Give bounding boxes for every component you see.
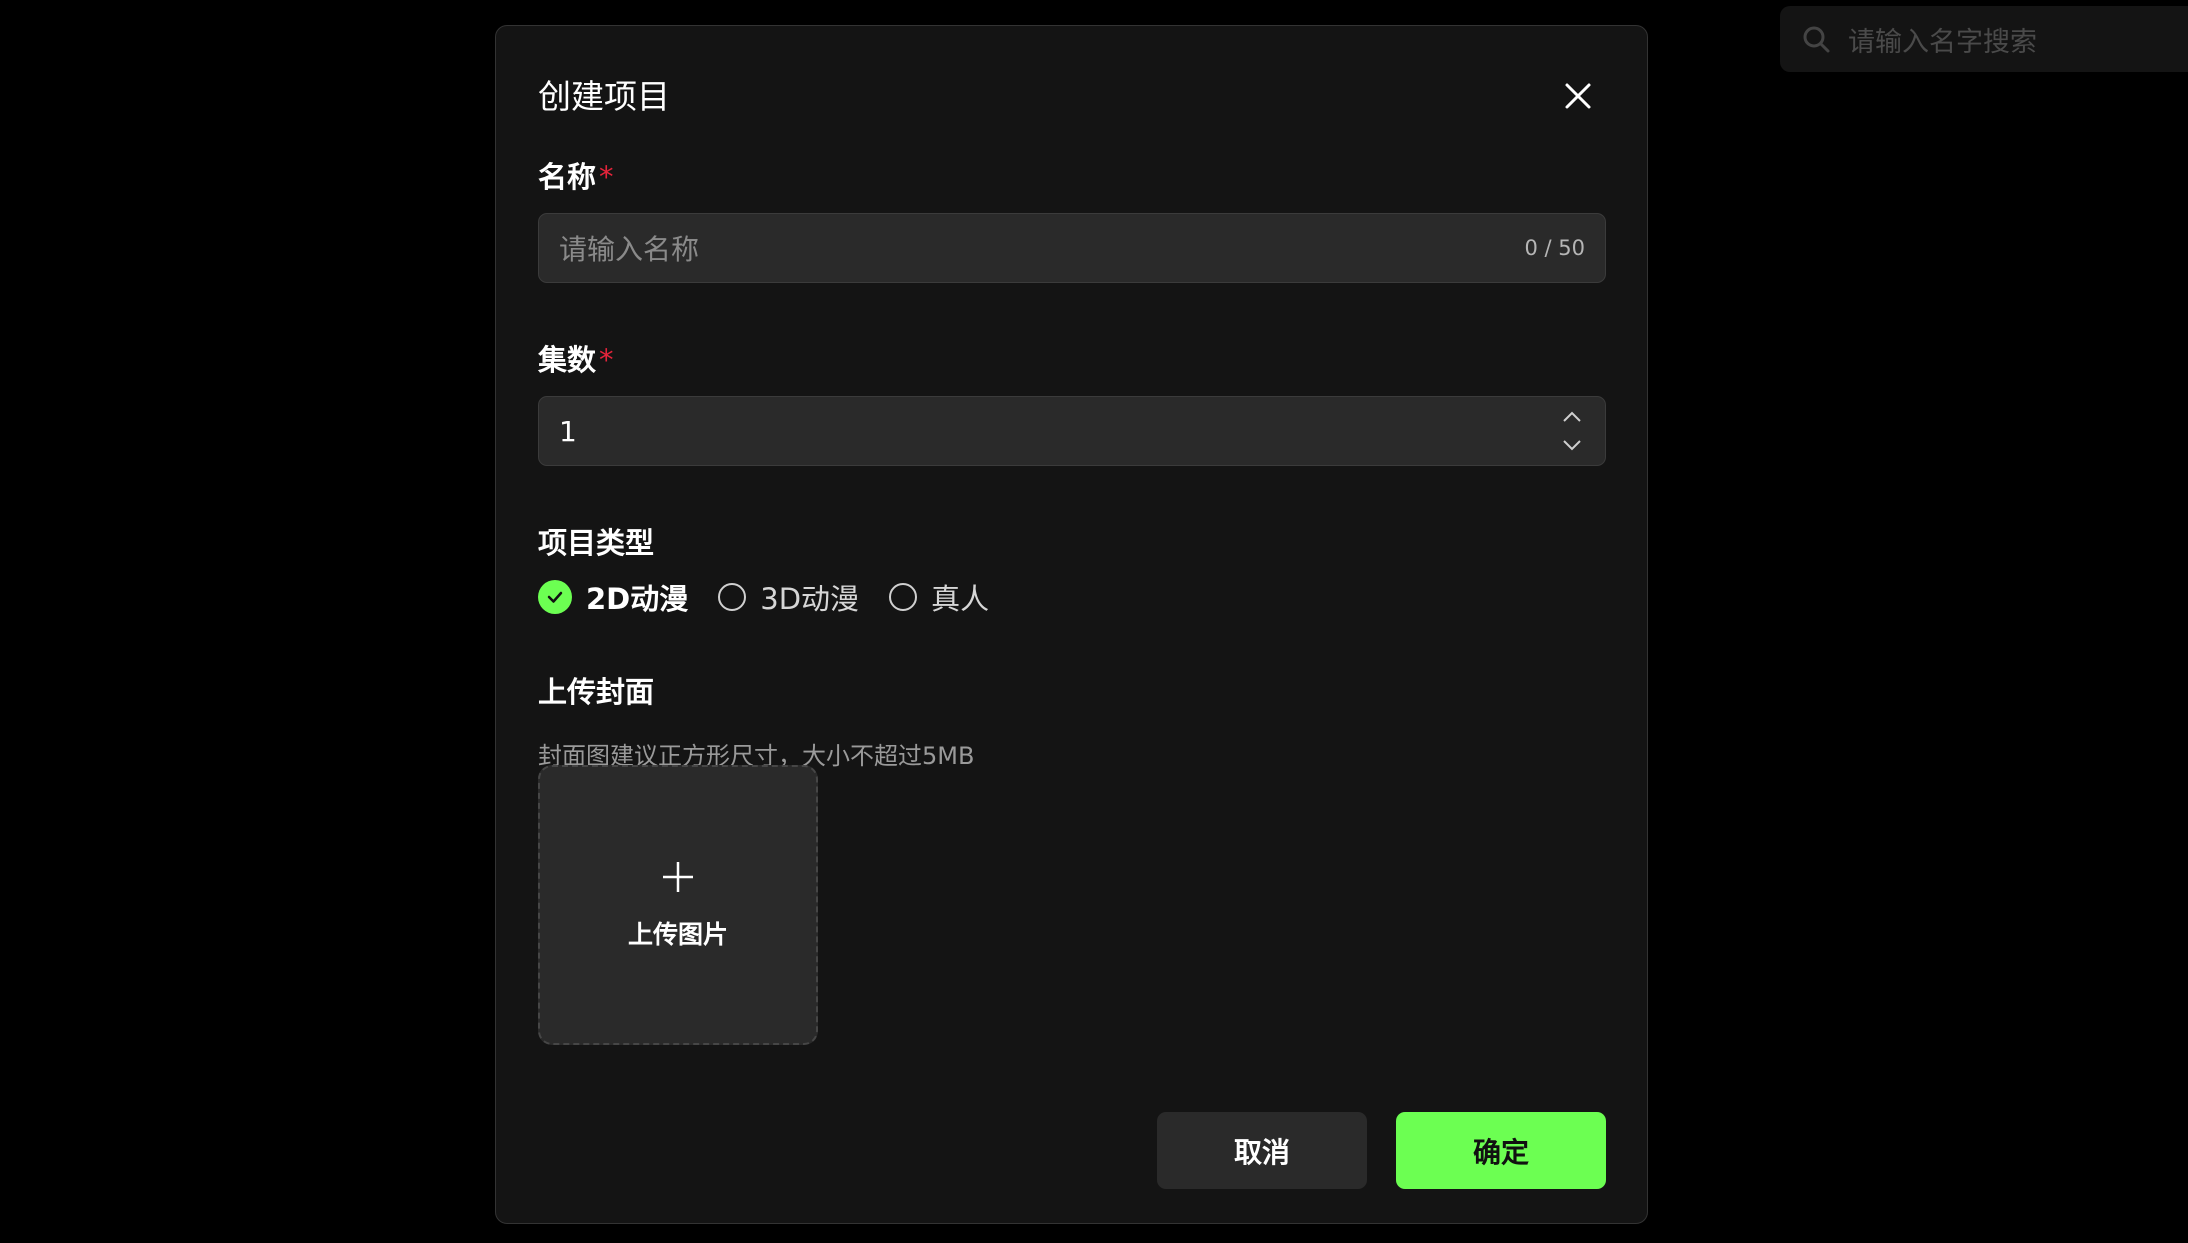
close-button[interactable] bbox=[1556, 74, 1600, 118]
required-mark: * bbox=[599, 160, 614, 194]
episodes-label: 集数 * bbox=[538, 343, 614, 377]
episodes-stepper bbox=[1559, 406, 1585, 456]
name-char-count: 0 / 50 bbox=[1524, 236, 1585, 260]
radio-unchecked-icon bbox=[889, 583, 918, 611]
plus-icon bbox=[663, 862, 693, 892]
cover-label: 上传封面 bbox=[538, 675, 655, 709]
radio-checked-icon bbox=[538, 580, 572, 614]
check-icon bbox=[547, 591, 563, 603]
project-type-radio-group: 2D动漫 3D动漫 真人 bbox=[538, 576, 1019, 618]
name-input[interactable]: 请输入名称 0 / 50 bbox=[538, 213, 1606, 283]
create-project-dialog: 创建项目 名称 * 请输入名称 0 / 50 集数 * 1 项目类型 2D动漫 … bbox=[495, 25, 1648, 1224]
upload-image-button[interactable]: 上传图片 bbox=[538, 765, 818, 1045]
dialog-title: 创建项目 bbox=[538, 77, 670, 116]
radio-2d-anime[interactable]: 2D动漫 bbox=[538, 576, 688, 618]
radio-3d-anime[interactable]: 3D动漫 bbox=[718, 576, 859, 618]
name-input-placeholder: 请输入名称 bbox=[559, 233, 700, 266]
episodes-value: 1 bbox=[559, 414, 577, 448]
chevron-down-icon bbox=[1563, 440, 1581, 451]
confirm-button[interactable]: 确定 bbox=[1396, 1112, 1606, 1189]
radio-label: 真人 bbox=[931, 582, 990, 616]
search-icon bbox=[1803, 26, 1830, 53]
radio-label: 2D动漫 bbox=[586, 582, 689, 616]
radio-label: 3D动漫 bbox=[760, 582, 860, 616]
stepper-down-button[interactable] bbox=[1559, 434, 1585, 456]
upload-label: 上传图片 bbox=[627, 920, 728, 949]
episodes-number-input[interactable]: 1 bbox=[538, 396, 1606, 466]
required-mark: * bbox=[599, 343, 614, 377]
project-type-label: 项目类型 bbox=[538, 526, 655, 560]
radio-unchecked-icon bbox=[718, 583, 747, 611]
chevron-up-icon bbox=[1563, 411, 1581, 422]
close-icon bbox=[1565, 83, 1591, 109]
radio-live-action[interactable]: 真人 bbox=[889, 576, 989, 618]
cancel-button[interactable]: 取消 bbox=[1157, 1112, 1367, 1189]
name-label: 名称 * bbox=[538, 160, 614, 194]
background-search-box[interactable]: 请输入名字搜索 bbox=[1780, 6, 2188, 72]
search-placeholder: 请输入名字搜索 bbox=[1848, 26, 2037, 58]
stepper-up-button[interactable] bbox=[1559, 406, 1585, 428]
